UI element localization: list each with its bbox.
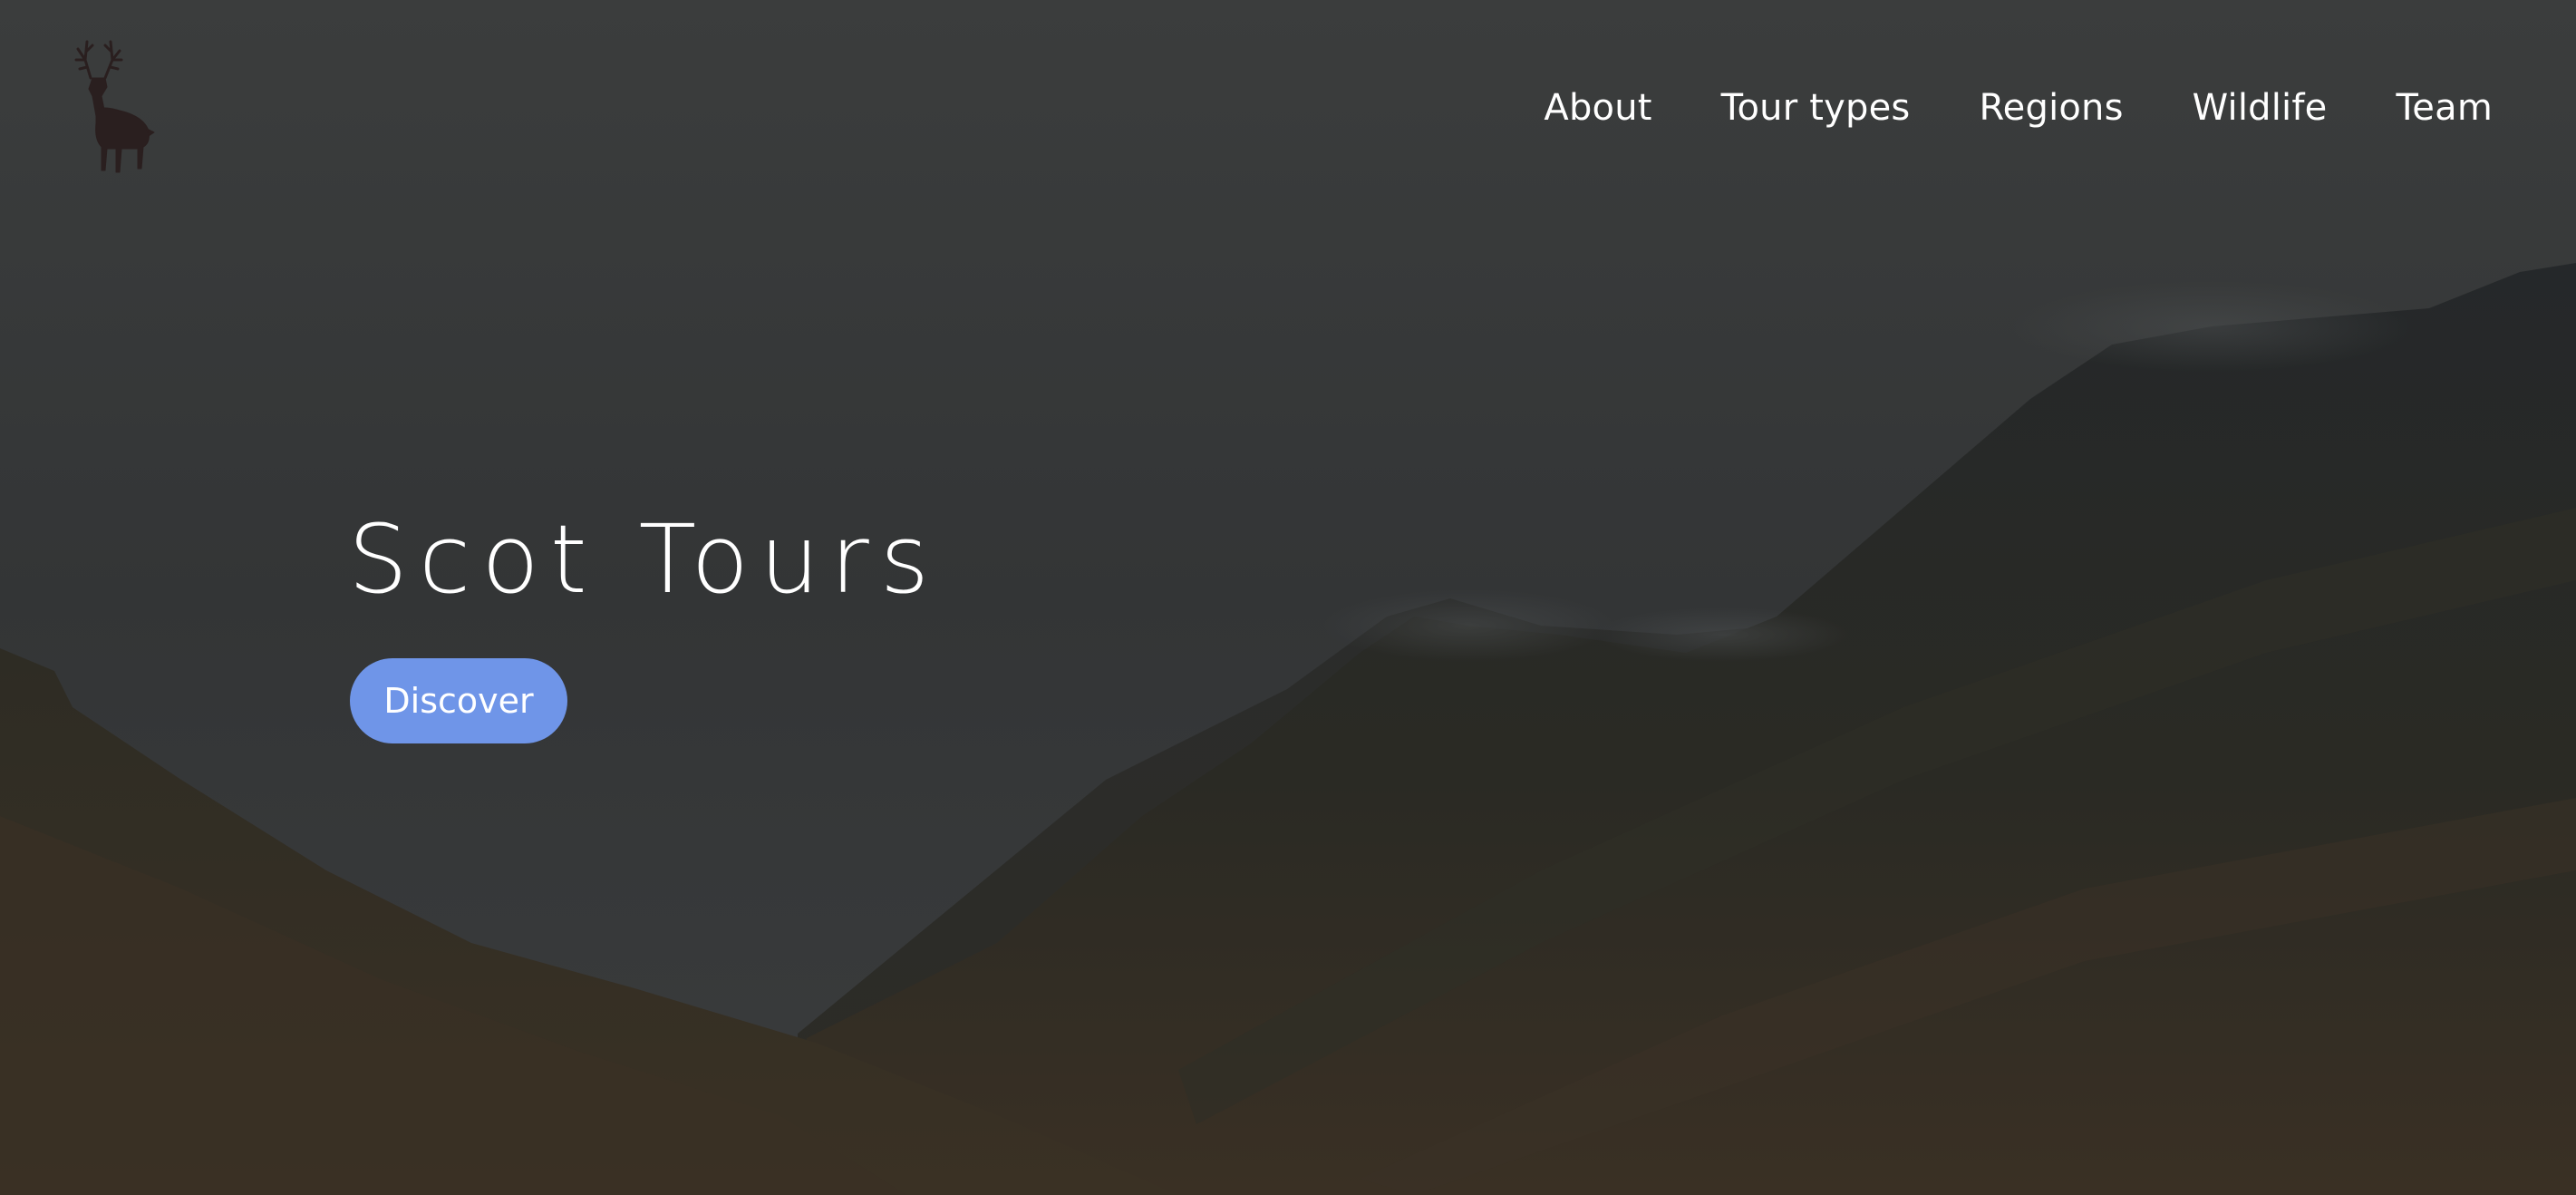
nav-item-tour-types[interactable]: Tour types xyxy=(1721,83,1911,132)
discover-button[interactable]: Discover xyxy=(350,658,567,743)
hero-section: About Tour types Regions Wildlife Team S… xyxy=(0,0,2576,1195)
nav-item-regions[interactable]: Regions xyxy=(1979,83,2123,132)
hero-title: Scot Tours xyxy=(348,504,940,615)
nav-item-about[interactable]: About xyxy=(1544,83,1651,132)
stag-icon[interactable] xyxy=(65,33,165,178)
nav-item-team[interactable]: Team xyxy=(2396,83,2493,132)
nav-item-wildlife[interactable]: Wildlife xyxy=(2193,83,2328,132)
main-nav: About Tour types Regions Wildlife Team xyxy=(1544,83,2493,132)
